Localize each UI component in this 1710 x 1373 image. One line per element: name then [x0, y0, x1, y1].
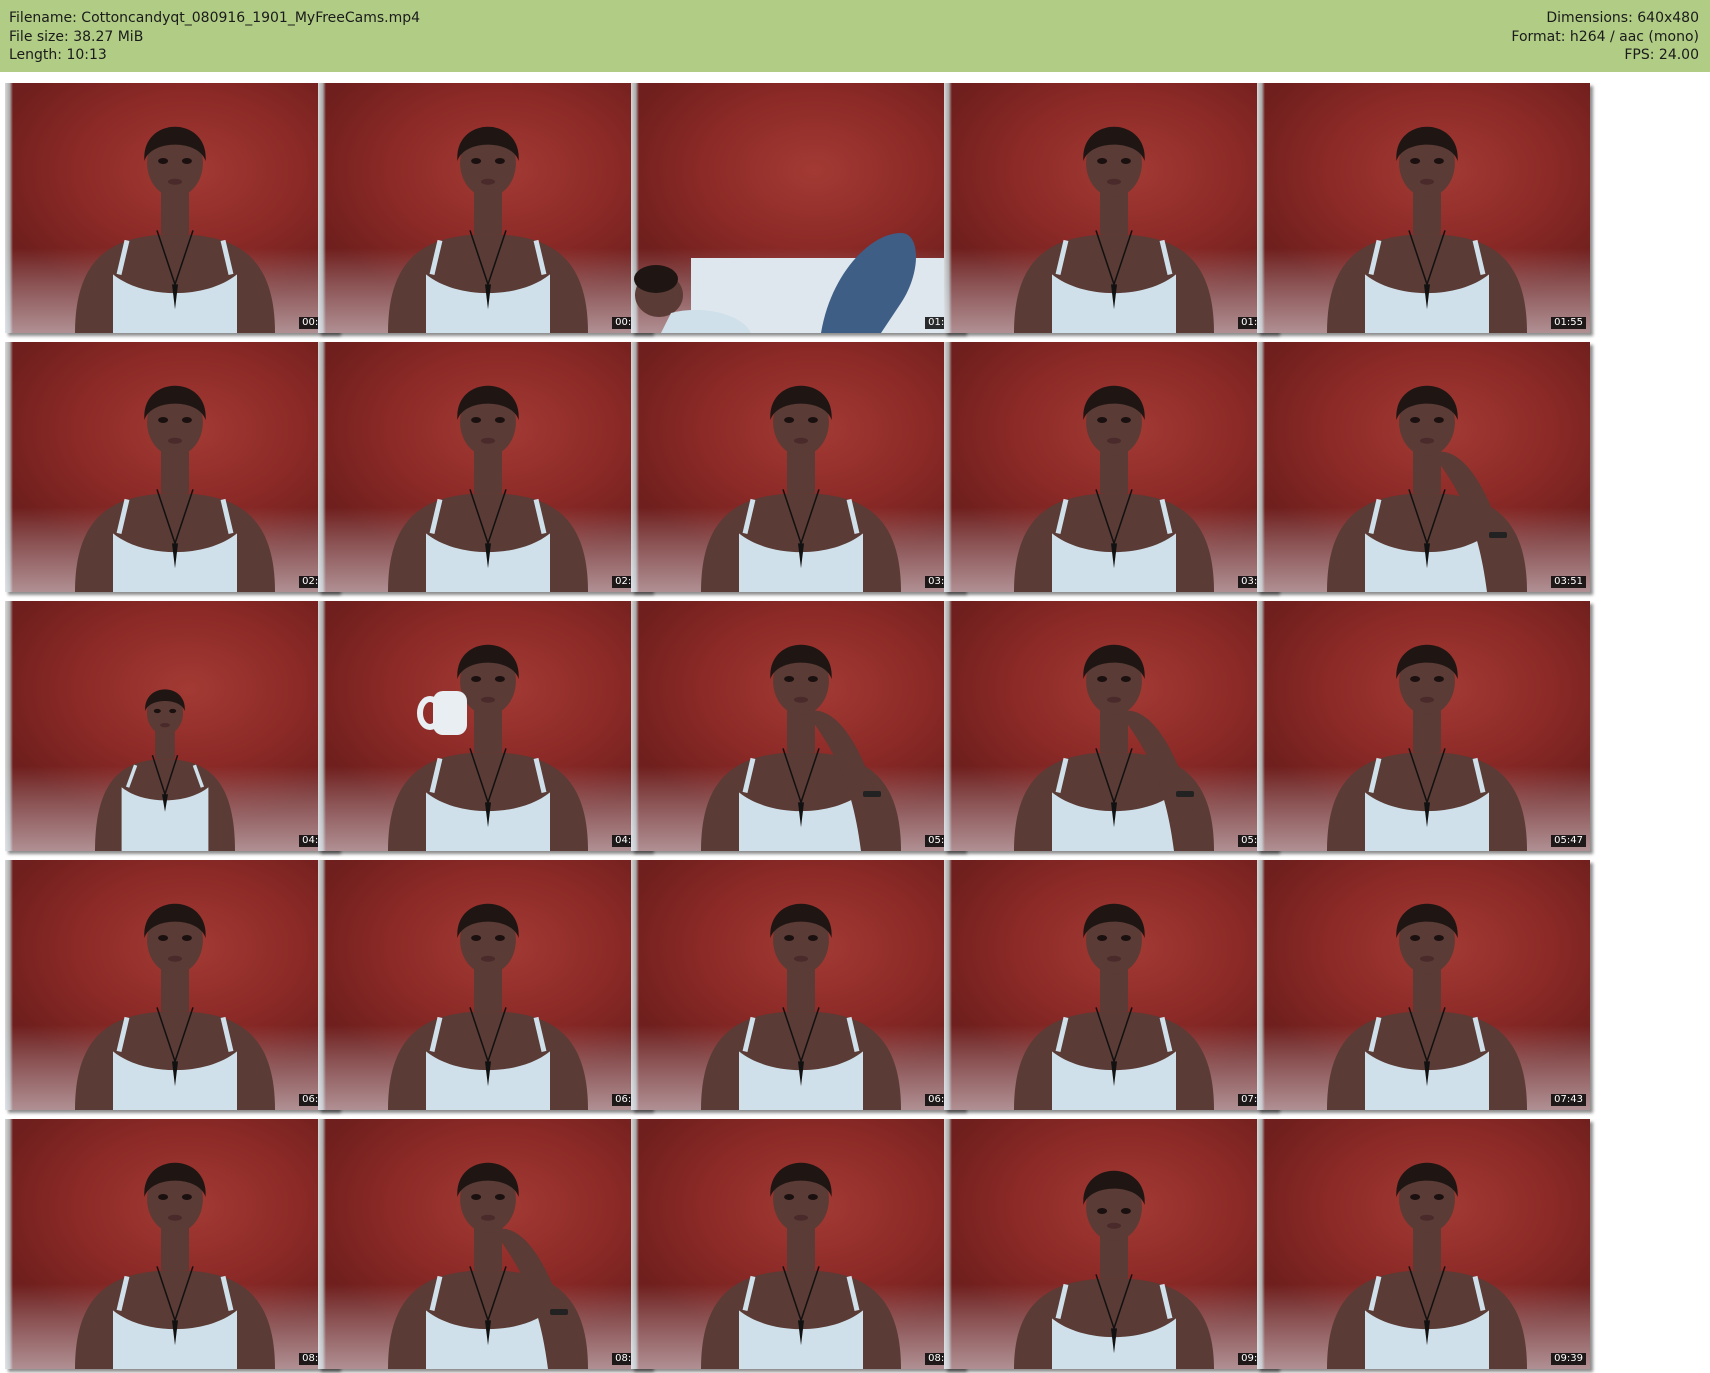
video-thumbnail[interactable]: 09:39 — [1257, 1119, 1590, 1369]
person-figure — [1327, 385, 1527, 592]
video-thumbnail[interactable]: 05:01 — [631, 601, 964, 851]
video-thumbnail[interactable]: 00:23 — [5, 83, 338, 333]
person-figure — [75, 385, 275, 592]
thumbnail-timestamp: 01:55 — [1551, 317, 1586, 329]
thumbnail-timestamp: 05:47 — [1551, 835, 1586, 847]
video-thumbnail[interactable]: 01:09 — [631, 83, 964, 333]
video-thumbnail[interactable]: 09:16 — [944, 1119, 1277, 1369]
video-thumbnail[interactable]: 08:06 — [5, 1119, 338, 1369]
person-figure — [701, 644, 901, 851]
person-figure — [1014, 385, 1214, 592]
video-thumbnail[interactable]: 08:53 — [631, 1119, 964, 1369]
video-thumbnail[interactable]: 01:32 — [944, 83, 1277, 333]
video-thumbnail[interactable]: 05:24 — [944, 601, 1277, 851]
video-thumbnail[interactable]: 07:20 — [944, 860, 1277, 1110]
video-thumbnail[interactable]: 04:14 — [5, 601, 338, 851]
person-figure — [388, 1162, 588, 1369]
person-figure — [1014, 644, 1214, 851]
video-thumbnail[interactable]: 03:05 — [631, 342, 964, 592]
person-figure — [701, 385, 901, 592]
filename-text: Filename: Cottoncandyqt_080916_1901_MyFr… — [9, 10, 421, 26]
video-thumbnail[interactable]: 03:28 — [944, 342, 1277, 592]
dimensions-text: Dimensions: 640x480 — [1546, 10, 1699, 26]
fps-text: FPS: 24.00 — [1624, 47, 1699, 63]
person-figure — [701, 903, 901, 1110]
format-text: Format: h264 / aac (mono) — [1511, 28, 1699, 45]
person-figure — [388, 126, 588, 333]
person-figure — [388, 385, 588, 592]
video-thumbnail[interactable]: 02:19 — [5, 342, 338, 592]
thumbnail-grid: 00:23 00:46 01:09 01:32 01:55 02:19 02:42 03:05… — [0, 78, 1710, 1373]
video-thumbnail[interactable]: 08:29 — [318, 1119, 651, 1369]
person-figure — [701, 1162, 901, 1369]
file-info: Filename: Cottoncandyqt_080916_1901_MyFr… — [9, 9, 420, 65]
person-figure — [75, 903, 275, 1110]
video-thumbnail[interactable]: 06:34 — [318, 860, 651, 1110]
video-thumbnail[interactable]: 07:43 — [1257, 860, 1590, 1110]
person-figure — [1014, 126, 1214, 333]
person-figure — [388, 903, 588, 1110]
filesize-text: File size: 38.27 MiB — [9, 28, 144, 45]
info-header: Filename: Cottoncandyqt_080916_1901_MyFr… — [0, 0, 1710, 72]
person-figure — [1014, 903, 1214, 1110]
thumbnail-timestamp: 07:43 — [1551, 1094, 1586, 1106]
video-info: Dimensions: 640x480 Format: h264 / aac (… — [1511, 9, 1699, 65]
person-figure — [388, 644, 588, 851]
video-thumbnail[interactable]: 03:51 — [1257, 342, 1590, 592]
person-figure — [1327, 1162, 1527, 1369]
video-thumbnail[interactable]: 01:55 — [1257, 83, 1590, 333]
person-figure — [1327, 126, 1527, 333]
person-figure — [1327, 903, 1527, 1110]
video-thumbnail[interactable]: 05:47 — [1257, 601, 1590, 851]
video-thumbnail[interactable]: 06:57 — [631, 860, 964, 1110]
video-thumbnail[interactable]: 00:46 — [318, 83, 651, 333]
video-thumbnail[interactable]: 06:10 — [5, 860, 338, 1110]
thumbnail-timestamp: 03:51 — [1551, 576, 1586, 588]
person-figure — [1014, 1170, 1214, 1369]
thumbnail-timestamp: 09:39 — [1551, 1353, 1586, 1365]
length-text: Length: 10:13 — [9, 47, 107, 63]
video-thumbnail[interactable]: 02:42 — [318, 342, 651, 592]
person-figure — [1327, 644, 1527, 851]
person-figure — [75, 126, 275, 333]
person-figure — [634, 233, 961, 333]
person-figure — [95, 689, 235, 851]
video-thumbnail[interactable]: 04:38 — [318, 601, 651, 851]
person-figure — [75, 1162, 275, 1369]
